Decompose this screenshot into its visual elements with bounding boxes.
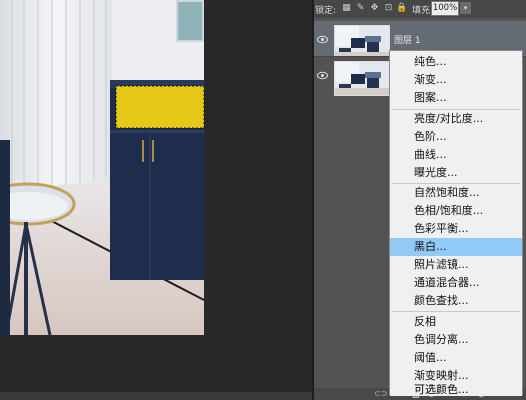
menu-item[interactable]: 自然饱和度...: [390, 184, 522, 202]
menu-item[interactable]: 阈值...: [390, 349, 522, 367]
menu-item[interactable]: 反相: [390, 313, 522, 331]
menu-item[interactable]: 渐变映射...: [390, 367, 522, 385]
lock-move-icon[interactable]: ✥: [369, 3, 380, 14]
layer-name[interactable]: 图层 1: [394, 33, 421, 46]
layer-thumbnail: [334, 61, 390, 96]
eye-icon[interactable]: [317, 35, 328, 44]
menu-item[interactable]: 照片滤镜...: [390, 256, 522, 274]
fill-label: 填充:: [412, 6, 434, 16]
adjustment-layer-menu: 纯色... 渐变... 图案... 亮度/对比度... 色阶... 曲线... …: [389, 50, 523, 395]
chevron-down-icon[interactable]: ▾: [460, 2, 471, 14]
layer-thumbnail: [334, 25, 390, 60]
menu-item[interactable]: 图案...: [390, 89, 522, 107]
menu-item-black-white[interactable]: 黑白...: [390, 238, 522, 256]
canvas-area[interactable]: [0, 0, 312, 400]
horizontal-scrollbar[interactable]: [0, 392, 312, 400]
menu-separator: [392, 311, 520, 312]
photo-interior: [0, 0, 204, 335]
lock-label: 锁定:: [315, 6, 337, 16]
eye-icon[interactable]: [317, 71, 328, 80]
menu-item[interactable]: 色彩平衡...: [390, 220, 522, 238]
lock-transparent-icon[interactable]: ▦: [341, 3, 352, 14]
lock-row: 锁定: ▦ ✎ ✥ ⊡ 🔒 填充: 100% ▾: [314, 0, 526, 18]
menu-item[interactable]: 颜色查找...: [390, 292, 522, 310]
menu-item[interactable]: 色相/饱和度...: [390, 202, 522, 220]
link-icon[interactable]: ⊂⊃: [374, 389, 387, 398]
menu-item[interactable]: 可选颜色...: [390, 384, 522, 396]
menu-item[interactable]: 纯色...: [390, 53, 522, 71]
menu-item[interactable]: 渐变...: [390, 71, 522, 89]
menu-item[interactable]: 色阶...: [390, 128, 522, 146]
menu-item[interactable]: 亮度/对比度...: [390, 110, 522, 128]
lock-brush-icon[interactable]: ✎: [355, 3, 366, 14]
fill-input[interactable]: 100%: [431, 1, 459, 16]
menu-item[interactable]: 色调分离...: [390, 331, 522, 349]
lock-artboard-icon[interactable]: ⊡: [383, 3, 394, 14]
menu-item[interactable]: 曲线...: [390, 146, 522, 164]
document-image[interactable]: [0, 0, 204, 335]
lock-all-icon[interactable]: 🔒: [396, 3, 407, 14]
menu-item[interactable]: 曝光度...: [390, 164, 522, 182]
menu-item[interactable]: 通道混合器...: [390, 274, 522, 292]
